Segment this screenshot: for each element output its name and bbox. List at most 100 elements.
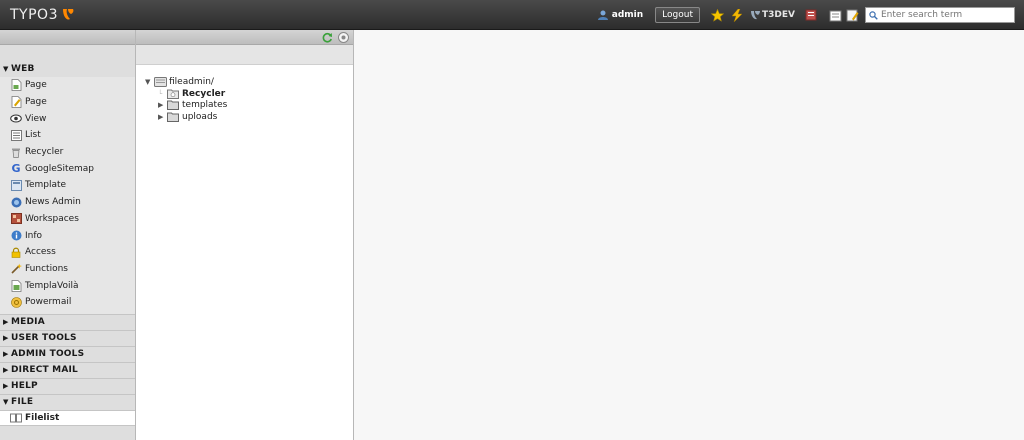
file-items: Filelist: [0, 410, 135, 426]
expanded-arrow-icon: ▼: [3, 398, 9, 407]
google-icon: G: [11, 162, 21, 176]
edit-note-icon[interactable]: [845, 8, 859, 22]
module-recycler[interactable]: Recycler: [0, 144, 135, 161]
module-googlesitemap[interactable]: G GoogleSitemap: [0, 160, 135, 177]
module-label: Functions: [25, 263, 68, 274]
expanded-arrow-icon: ▼: [3, 65, 9, 73]
web-items: Page Page View List Recycler G GoogleSit…: [0, 77, 135, 315]
tree-folder-uploads[interactable]: ▶ uploads: [145, 111, 353, 123]
collapsed-arrow-icon: ▶: [3, 318, 9, 327]
module-label: News Admin: [25, 197, 81, 208]
module-powermail[interactable]: Powermail: [0, 294, 135, 311]
tree-folder-label: uploads: [182, 111, 218, 122]
wand-icon: [10, 263, 22, 275]
t3dev-menu[interactable]: T3DEV: [750, 9, 795, 21]
module-label: Access: [25, 247, 56, 258]
bookmark-star-icon[interactable]: [710, 8, 724, 22]
refresh-icon[interactable]: [322, 32, 333, 43]
workspaces-icon: [10, 213, 22, 225]
username: admin: [611, 10, 644, 20]
group-web[interactable]: ▼ WEB: [0, 61, 135, 77]
module-label: Filelist: [25, 412, 60, 423]
clear-cache-icon[interactable]: [828, 8, 842, 22]
lightning-icon[interactable]: [730, 8, 744, 22]
trash-icon: [10, 146, 22, 158]
module-templavoila[interactable]: TemplaVoilà: [0, 277, 135, 294]
module-template[interactable]: Template: [0, 177, 135, 194]
module-access[interactable]: Access: [0, 244, 135, 261]
expanded-arrow-icon[interactable]: ▼: [145, 78, 154, 86]
module-info[interactable]: Info: [0, 227, 135, 244]
news-icon: [10, 196, 22, 208]
module-label: GoogleSitemap: [25, 163, 95, 174]
module-view[interactable]: View: [0, 110, 135, 127]
top-bar: TYPO3 admin Logout T3DEV: [0, 0, 1024, 30]
info-icon: [10, 230, 22, 242]
page-icon: [10, 79, 22, 92]
eye-icon: [10, 113, 22, 125]
collapsed-arrow-icon[interactable]: ▶: [158, 113, 167, 121]
folder-icon: [167, 111, 180, 122]
content-frame: [355, 30, 1024, 440]
t3dev-label: T3DEV: [762, 10, 795, 20]
collapsed-arrow-icon[interactable]: ▶: [158, 101, 167, 109]
module-label: Powermail: [25, 297, 72, 308]
module-list[interactable]: List: [0, 127, 135, 144]
powermail-icon: [10, 296, 22, 308]
module-label: Workspaces: [25, 213, 79, 224]
tree-folder-label: templates: [182, 100, 228, 111]
storage-icon: [154, 76, 167, 87]
group-admin-tools[interactable]: ▶ ADMIN TOOLS: [0, 347, 135, 363]
module-label: Page: [25, 80, 47, 91]
group-label: MEDIA: [11, 317, 45, 328]
logo-text: TYPO3: [10, 7, 58, 23]
module-news-admin[interactable]: News Admin: [0, 194, 135, 211]
lock-icon: [10, 246, 22, 258]
tree-folder-recycler[interactable]: └ Recycler: [145, 88, 353, 100]
folder-tree: ▼ fileadmin/ └ Recycler ▶ templates ▶ up…: [136, 65, 353, 123]
tree-root-label: fileadmin/: [169, 76, 214, 87]
folder-icon: [167, 100, 180, 111]
typo3-logo[interactable]: TYPO3: [10, 6, 75, 24]
group-direct-mail[interactable]: ▶ DIRECT MAIL: [0, 363, 135, 379]
group-label: FILE: [11, 397, 34, 408]
module-label: List: [25, 130, 41, 141]
template-icon: [10, 179, 22, 191]
typo3-logo-icon: [62, 9, 74, 20]
module-page-edit[interactable]: Page: [0, 94, 135, 111]
filter-icon[interactable]: [338, 31, 349, 43]
module-workspaces[interactable]: Workspaces: [0, 211, 135, 228]
group-media[interactable]: ▶ MEDIA: [0, 315, 135, 331]
module-label: Info: [25, 230, 43, 241]
book-icon[interactable]: [804, 8, 818, 22]
search-box[interactable]: [865, 7, 1015, 23]
collapsed-arrow-icon: ▶: [3, 350, 9, 359]
search-icon: [869, 10, 878, 20]
filelist-icon: [10, 412, 22, 424]
user-icon: [597, 10, 608, 20]
list-icon: [10, 129, 22, 141]
folder-tree-panel: ▼ fileadmin/ └ Recycler ▶ templates ▶ up…: [136, 30, 354, 440]
module-page[interactable]: Page: [0, 77, 135, 94]
tree-line: └: [158, 89, 163, 98]
group-help[interactable]: ▶ HELP: [0, 379, 135, 395]
collapsed-arrow-icon: ▶: [3, 382, 9, 391]
logout-button[interactable]: Logout: [655, 7, 700, 23]
t3dev-icon: [751, 11, 760, 20]
module-label: Page: [25, 97, 47, 108]
module-label: Recycler: [25, 147, 64, 158]
tree-root[interactable]: ▼ fileadmin/: [145, 76, 353, 88]
user-menu[interactable]: admin: [597, 9, 643, 21]
group-file[interactable]: ▼ FILE: [0, 395, 135, 411]
module-menu-header: [0, 30, 135, 45]
module-menu: ▼ WEB Page Page View List Recycler G Goo…: [0, 30, 136, 440]
page-edit-icon: [10, 96, 22, 108]
tree-subheader: [136, 45, 353, 65]
templavoila-icon: [10, 279, 22, 292]
module-filelist[interactable]: Filelist: [0, 410, 135, 425]
module-functions[interactable]: Functions: [0, 261, 135, 278]
tree-folder-templates[interactable]: ▶ templates: [145, 99, 353, 111]
search-input[interactable]: [881, 10, 1006, 20]
group-user-tools[interactable]: ▶ USER TOOLS: [0, 331, 135, 347]
group-label: WEB: [11, 64, 35, 74]
